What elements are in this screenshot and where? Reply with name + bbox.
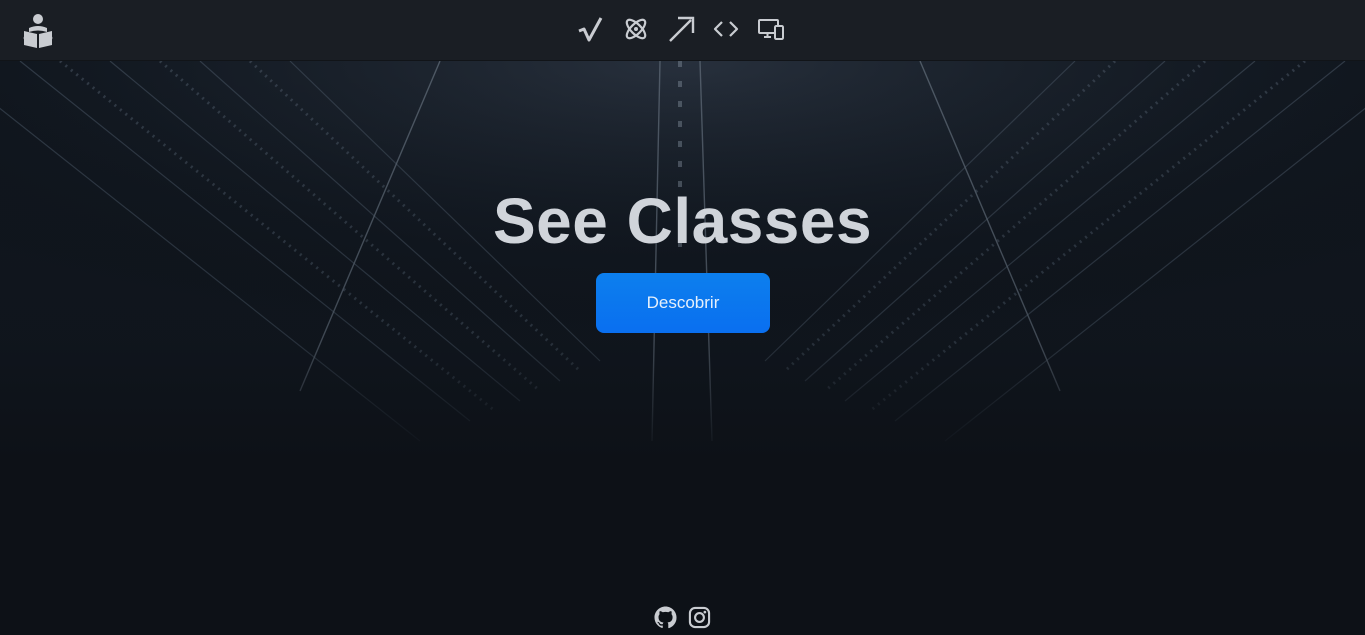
sqrt-icon[interactable] <box>576 13 606 45</box>
reader-logo-icon[interactable] <box>20 12 56 50</box>
page: See Classes Descobrir <box>0 0 1365 635</box>
nav-icons <box>576 13 786 45</box>
hero-title: See Classes <box>492 185 873 257</box>
arrow-up-right-icon[interactable] <box>666 13 696 45</box>
code-icon[interactable] <box>711 13 741 45</box>
hero-background <box>0 61 1365 461</box>
instagram-icon[interactable] <box>688 606 711 629</box>
discover-button[interactable]: Descobrir <box>596 273 770 333</box>
devices-icon[interactable] <box>756 13 786 45</box>
navbar <box>0 0 1365 61</box>
github-icon[interactable] <box>654 606 677 629</box>
atom-icon[interactable] <box>621 13 651 45</box>
footer-social <box>654 606 711 629</box>
